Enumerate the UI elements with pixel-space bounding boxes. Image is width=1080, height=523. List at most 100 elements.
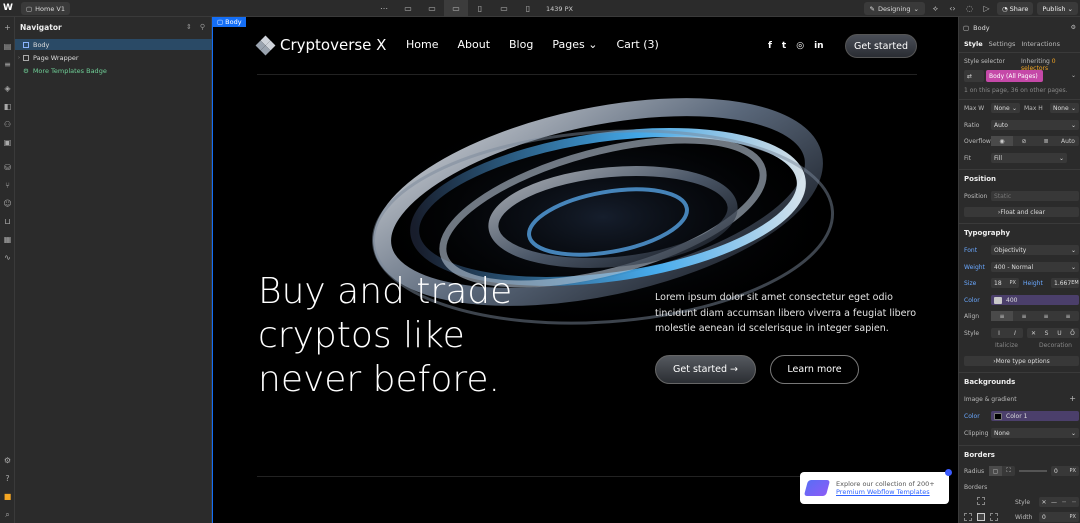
align-center-icon[interactable]: ≡ — [1013, 311, 1035, 321]
mobile-portrait-icon[interactable]: ▯ — [516, 0, 540, 17]
more-icon[interactable]: ⋯ — [372, 0, 396, 17]
webflow-logo[interactable]: W — [3, 3, 13, 13]
fit-select[interactable]: Fill ⌄ — [991, 153, 1067, 163]
pin-icon[interactable]: ⚲ — [200, 23, 205, 31]
base-breakpoint-icon[interactable]: ▭ — [444, 0, 468, 17]
typography-section-title[interactable]: Typography — [964, 229, 1010, 237]
max-height-input[interactable]: None ⌄ — [1050, 103, 1079, 113]
radius-individual-icon[interactable]: ⛶ — [1002, 466, 1015, 476]
hero-get-started-button[interactable]: Get started → — [655, 355, 756, 384]
navigator-icon[interactable]: ≡ — [2, 59, 13, 70]
weight-select[interactable]: 400 - Normal ⌄ — [991, 262, 1079, 272]
tree-item-page-wrapper[interactable]: › Page Wrapper — [15, 52, 212, 63]
max-width-input[interactable]: None ⌄ — [991, 103, 1020, 113]
users-icon[interactable]: ☺ — [2, 198, 13, 209]
mobile-landscape-icon[interactable]: ▭ — [492, 0, 516, 17]
nav-link-blog[interactable]: Blog — [509, 38, 533, 51]
promo-link[interactable]: Premium Webflow Templates — [836, 488, 935, 496]
borders-section-title[interactable]: Borders — [964, 451, 995, 459]
desktop-icon[interactable]: ▭ — [420, 0, 444, 17]
overflow-auto[interactable]: Auto — [1057, 136, 1079, 146]
desktop-large-icon[interactable]: ▭ — [396, 0, 420, 17]
line-height-input[interactable]: 1.667 EM — [1051, 278, 1079, 288]
overline-icon[interactable]: Ō — [1066, 328, 1079, 338]
border-dashed-icon[interactable]: ┄ — [1059, 497, 1069, 507]
selector-chip[interactable]: Body (All Pages) — [986, 70, 1043, 82]
settings-icon[interactable]: ⚙ — [1071, 24, 1076, 31]
border-side-right-icon[interactable] — [990, 513, 998, 521]
facebook-icon[interactable]: f — [768, 41, 772, 51]
float-clear-button[interactable]: › Float and clear — [964, 207, 1079, 217]
design-canvas[interactable]: ▢ Body Cryptoverse X Home About Blog Pag… — [212, 17, 958, 523]
tablet-icon[interactable]: ▯ — [468, 0, 492, 17]
align-right-icon[interactable]: ≡ — [1035, 311, 1057, 321]
preview-icon[interactable]: ▷ — [980, 4, 993, 13]
border-solid-icon[interactable]: — — [1049, 497, 1059, 507]
tree-item-more-templates-badge[interactable]: ⚙ More Templates Badge — [15, 65, 212, 76]
no-decoration-icon[interactable]: ✕ — [1027, 328, 1040, 338]
scroll-icon[interactable]: ≣ — [1035, 136, 1057, 146]
clipping-select[interactable]: None ⌄ — [991, 428, 1079, 438]
publish-button[interactable]: Publish ⌄ — [1037, 2, 1078, 15]
mode-dropdown[interactable]: ✎ Designing ⌄ — [863, 2, 925, 15]
position-select[interactable]: Static — [991, 191, 1079, 201]
visible-icon[interactable]: ◉ — [991, 136, 1013, 146]
tab-interactions[interactable]: Interactions — [1021, 40, 1060, 48]
nav-link-home[interactable]: Home — [406, 38, 438, 51]
share-button[interactable]: ◔ Share — [996, 2, 1034, 15]
more-type-options-button[interactable]: › More type options — [964, 356, 1079, 366]
bg-color-input[interactable]: Color 1 — [991, 411, 1079, 421]
tab-settings[interactable]: Settings — [989, 40, 1016, 48]
instagram-icon[interactable]: ◎ — [796, 41, 804, 51]
border-side-top-icon[interactable] — [977, 497, 985, 505]
radius-slider[interactable] — [1019, 470, 1047, 472]
audit-icon[interactable]: ■ — [2, 491, 13, 502]
site-logo[interactable]: Cryptoverse X — [255, 35, 386, 55]
chevron-right-icon[interactable]: › — [15, 55, 23, 61]
cms-icon[interactable]: ⛁ — [2, 162, 13, 173]
ecommerce-icon[interactable]: ⊔ — [2, 216, 13, 227]
assets-icon[interactable]: ▣ — [2, 137, 13, 148]
border-dotted-icon[interactable]: ┈ — [1069, 497, 1079, 507]
header-get-started-button[interactable]: Get started — [845, 34, 917, 58]
border-side-left-icon[interactable] — [964, 513, 972, 521]
page-switcher[interactable]: ▢ Home V1 — [21, 2, 70, 15]
styles-icon[interactable]: ◧ — [2, 101, 13, 112]
tree-item-body[interactable]: Body — [15, 39, 212, 50]
collapse-icon[interactable]: ⇕ — [186, 23, 192, 31]
regular-icon[interactable]: I — [991, 328, 1007, 338]
nav-link-cart[interactable]: Cart (3) — [616, 38, 658, 51]
interactions-icon[interactable]: ⟡ — [929, 4, 942, 14]
comments-icon[interactable]: ◌ — [963, 4, 976, 13]
underline-icon[interactable]: U — [1053, 328, 1066, 338]
apps-icon[interactable]: ▦ — [2, 234, 13, 245]
align-left-icon[interactable]: ≡ — [991, 311, 1013, 321]
tab-style[interactable]: Style — [964, 40, 983, 48]
selector-state-button[interactable]: ⇄ — [964, 70, 984, 82]
twitter-icon[interactable]: t — [782, 41, 786, 51]
border-none-icon[interactable]: ✕ — [1039, 497, 1049, 507]
body-element-tag[interactable]: ▢ Body — [213, 17, 246, 27]
border-side-all-icon[interactable] — [977, 513, 985, 521]
font-select[interactable]: Objectivity ⌄ — [991, 245, 1079, 255]
radius-all-icon[interactable]: ▢ — [989, 466, 1002, 476]
nav-link-about[interactable]: About — [457, 38, 490, 51]
size-input[interactable]: 18 PX — [991, 278, 1019, 288]
add-icon[interactable]: + — [2, 22, 13, 33]
backgrounds-section-title[interactable]: Backgrounds — [964, 378, 1015, 386]
align-justify-icon[interactable]: ≡ — [1057, 311, 1079, 321]
analytics-icon[interactable]: ∿ — [2, 252, 13, 263]
more-templates-badge[interactable]: Explore our collection of 200+ Premium W… — [800, 469, 952, 504]
chevron-down-icon[interactable]: ⌄ — [1071, 72, 1076, 79]
pages-icon[interactable]: ▤ — [2, 41, 13, 52]
variables-icon[interactable]: ⚇ — [2, 119, 13, 130]
code-icon[interactable]: ‹› — [946, 4, 959, 13]
learn-more-button[interactable]: Learn more — [770, 355, 859, 384]
add-icon[interactable]: + — [1069, 394, 1076, 403]
border-width-input[interactable]: 0 PX — [1039, 512, 1079, 522]
strikethrough-icon[interactable]: S — [1040, 328, 1053, 338]
position-section-title[interactable]: Position — [964, 175, 996, 183]
hidden-icon[interactable]: ⊘ — [1013, 136, 1035, 146]
settings-icon[interactable]: ⚙ — [2, 455, 13, 466]
nav-link-pages[interactable]: Pages ⌄ — [552, 38, 597, 51]
